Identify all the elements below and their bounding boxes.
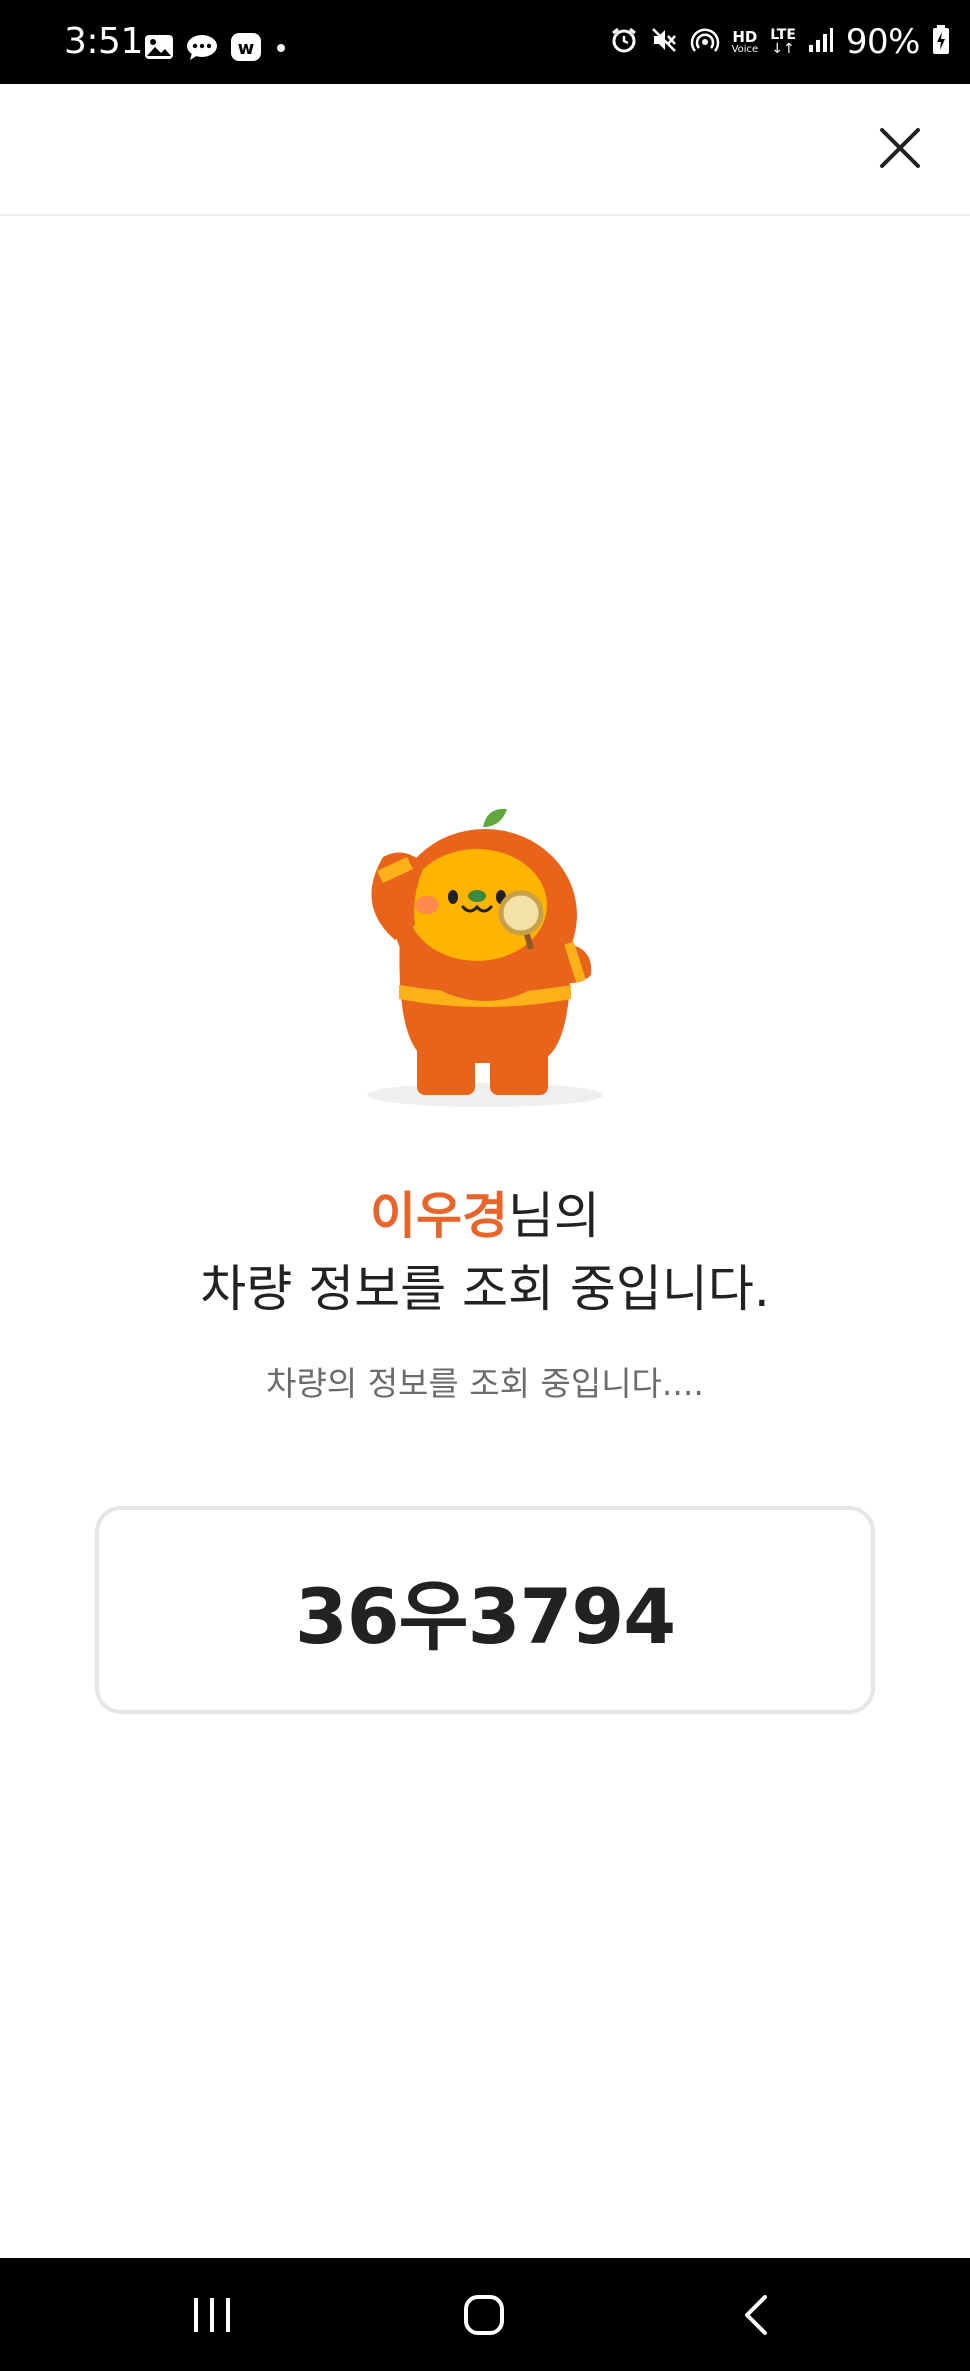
- hotspot-icon: [690, 26, 720, 58]
- plate-number: 36우3794: [294, 1572, 676, 1661]
- hd-voice-icon: HD Voice: [731, 27, 759, 55]
- loading-subtitle: 차량의 정보를 조회 중입니다....: [266, 1364, 704, 1403]
- title-line-1: 이우경님의: [0, 1185, 970, 1247]
- battery-charging-icon: [932, 25, 950, 59]
- plate-number-box: 36우3794: [95, 1506, 875, 1714]
- svg-text:w: w: [238, 38, 255, 59]
- status-right-icons: HD Voice LTE ↓↑ 90%: [610, 22, 950, 62]
- status-left-icons: w: [144, 32, 288, 66]
- status-time: 3:51: [64, 21, 143, 62]
- battery-percent: 90%: [845, 22, 921, 62]
- lte-label: LTE: [770, 27, 796, 43]
- status-bar: 3:51 w HD Voice LTE ↓↑ 90%: [0, 0, 970, 84]
- w-app-icon: w: [230, 32, 262, 66]
- signal-icon: [808, 27, 834, 57]
- close-button[interactable]: [868, 116, 932, 180]
- user-name: 이우경: [370, 1187, 508, 1245]
- lte-icon: LTE ↓↑: [770, 28, 796, 56]
- mascot-illustration: [355, 805, 615, 1115]
- back-button[interactable]: [696, 2258, 816, 2371]
- hd-label: HD: [732, 27, 758, 46]
- mute-icon: [650, 26, 678, 58]
- home-button[interactable]: [424, 2258, 544, 2371]
- navigation-bar: [0, 2258, 970, 2371]
- app-header: [0, 84, 970, 216]
- dot-icon: [274, 40, 288, 59]
- lte-arrows: ↓↑: [771, 41, 795, 57]
- close-icon: [880, 128, 920, 168]
- name-suffix: 님의: [508, 1187, 600, 1245]
- gallery-icon: [144, 34, 174, 64]
- back-icon: [745, 2294, 767, 2335]
- recents-button[interactable]: [152, 2258, 272, 2371]
- alarm-icon: [610, 26, 638, 58]
- home-icon: [464, 2294, 504, 2335]
- voice-label: Voice: [731, 43, 759, 55]
- title-line-2: 차량 정보를 조회 중입니다.: [200, 1260, 770, 1318]
- recents-icon: [194, 2297, 230, 2332]
- chat-bubble-icon: [186, 33, 218, 65]
